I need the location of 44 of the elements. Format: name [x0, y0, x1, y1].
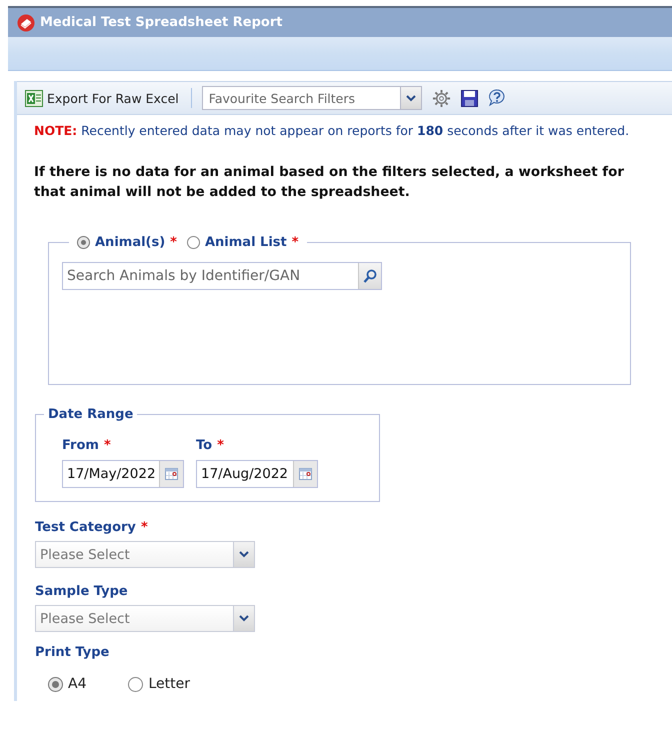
radio-option[interactable]: A4	[48, 676, 86, 692]
window-title: Medical Test Spreadsheet Report	[40, 15, 282, 30]
radio-button[interactable]	[77, 236, 90, 249]
date-field[interactable]: 17/May/2022	[62, 460, 184, 488]
note-text: NOTE: Recently entered data may not appear on reports for 180 seconds after it was entered.	[34, 123, 630, 138]
radio-option[interactable]: Animal(s) *	[77, 235, 177, 250]
date-range-legend: Date Range	[44, 407, 138, 422]
select-dropdown[interactable]: Please Select	[35, 605, 255, 632]
radio-label: Animal List	[204, 235, 287, 250]
radio-label: Animal(s)	[95, 235, 166, 250]
radio-button[interactable]	[48, 676, 63, 692]
field-label: Sample Type	[35, 584, 128, 599]
calendar-icon[interactable]	[299, 468, 312, 480]
field-label: From	[62, 438, 99, 453]
required-mark: *	[141, 520, 148, 535]
export-button[interactable]: Export For Raw Excel	[23, 88, 181, 108]
chevron-down-icon	[406, 94, 416, 102]
radio-label: A4	[68, 676, 86, 692]
radio-option[interactable]: Animal List *	[186, 235, 299, 250]
radio-option[interactable]: Letter	[128, 676, 190, 692]
settings-icon[interactable]	[432, 88, 451, 108]
required-mark: *	[170, 235, 177, 250]
spreadsheet-icon	[25, 90, 43, 106]
app-icon	[17, 14, 35, 32]
date-field[interactable]: 17/Aug/2022	[196, 460, 318, 488]
required-mark: *	[217, 438, 224, 453]
animal-search-field[interactable]: Search Animals by Identifier/GAN	[62, 262, 382, 290]
radio-button[interactable]	[128, 676, 144, 692]
chevron-down-icon	[239, 615, 249, 622]
favourite-filters-dropdown[interactable]: Favourite Search Filters	[202, 86, 422, 110]
required-mark: *	[104, 438, 111, 453]
field-label: To	[196, 438, 212, 453]
calendar-icon[interactable]	[165, 468, 178, 480]
field-label: Test Category	[35, 520, 136, 535]
radio-label: Letter	[148, 676, 190, 692]
field-label: Print Type	[35, 645, 110, 660]
required-mark: *	[292, 235, 299, 250]
save-icon[interactable]	[460, 90, 478, 106]
help-icon[interactable]	[488, 89, 506, 107]
select-dropdown[interactable]: Please Select	[35, 541, 255, 568]
chevron-down-icon	[239, 551, 249, 558]
search-icon[interactable]	[363, 268, 377, 284]
info-text: If there is no data for an animal based on the filters selected, a worksheet for that animal will not be added to the spreadsheet.	[34, 164, 625, 202]
radio-button[interactable]	[186, 236, 200, 249]
